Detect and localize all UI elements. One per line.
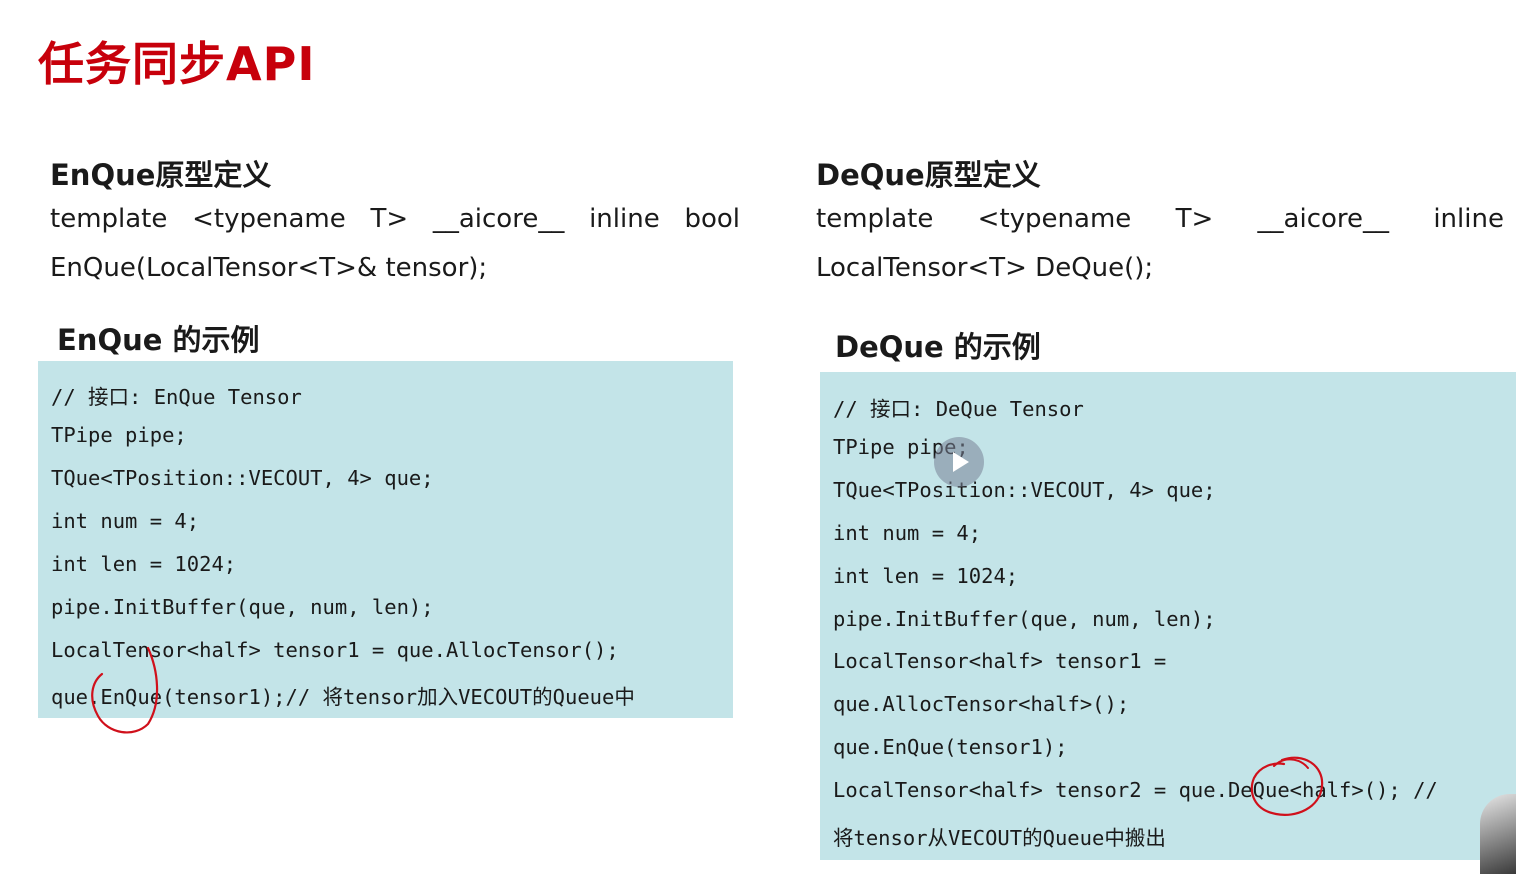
deque-prototype-signature-line1: template <typename T> __aicore__ inline [816, 204, 1504, 234]
code-line: que.AllocTensor<half>(); [833, 692, 1130, 716]
code-line: // 接口: DeQue Tensor [833, 397, 1084, 421]
proto-token: <typename [977, 204, 1132, 234]
deque-prototype-heading: DeQue原型定义 [816, 158, 1041, 192]
code-line: LocalTensor<half> tensor1 = [833, 649, 1167, 673]
code-line: pipe.InitBuffer(que, num, len); [833, 607, 1216, 631]
code-line: // 接口: EnQue Tensor [51, 385, 302, 409]
code-line: LocalTensor<half> tensor2 = que.DeQue<ha… [833, 778, 1438, 802]
code-line: TQue<TPosition::VECOUT, 4> que; [51, 466, 434, 490]
proto-token: bool [684, 204, 740, 234]
proto-token: T> [370, 204, 409, 234]
code-line: TPipe pipe; [51, 423, 187, 447]
enque-prototype-signature-line1: template <typename T> __aicore__ inline … [50, 204, 740, 234]
play-icon[interactable] [934, 437, 984, 487]
code-line: int num = 4; [51, 509, 200, 533]
code-line: que.EnQue(tensor1); [833, 735, 1068, 759]
code-line: LocalTensor<half> tensor1 = que.AllocTen… [51, 638, 619, 662]
proto-token: <typename [192, 204, 346, 234]
code-line: int num = 4; [833, 521, 982, 545]
enque-code-block: // 接口: EnQue Tensor TPipe pipe; TQue<TPo… [38, 361, 733, 718]
proto-token: template [50, 204, 168, 234]
enque-example-heading: EnQue 的示例 [57, 323, 260, 357]
presenter-image [1480, 794, 1516, 874]
code-line: TQue<TPosition::VECOUT, 4> que; [833, 478, 1216, 502]
deque-example-heading: DeQue 的示例 [835, 330, 1041, 364]
code-line: que.EnQue(tensor1);// 将tensor加入VECOUT的Qu… [51, 685, 635, 709]
deque-prototype-signature-line2: LocalTensor<T> DeQue(); [816, 253, 1154, 283]
code-line: int len = 1024; [51, 552, 237, 576]
proto-token: inline [1433, 204, 1504, 234]
code-line: pipe.InitBuffer(que, num, len); [51, 595, 434, 619]
proto-token: inline [589, 204, 660, 234]
proto-token: __aicore__ [1257, 204, 1390, 234]
code-line: 将tensor从VECOUT的Queue中搬出 [833, 826, 1166, 850]
page-title: 任务同步API [38, 37, 316, 91]
enque-prototype-signature-line2: EnQue(LocalTensor<T>& tensor); [50, 253, 488, 283]
proto-token: __aicore__ [432, 204, 565, 234]
deque-code-block: // 接口: DeQue Tensor TPipe pipe; TQue<TPo… [820, 372, 1516, 860]
code-line: int len = 1024; [833, 564, 1019, 588]
proto-token: T> [1175, 204, 1214, 234]
proto-token: template [816, 204, 934, 234]
enque-prototype-heading: EnQue原型定义 [50, 158, 272, 192]
